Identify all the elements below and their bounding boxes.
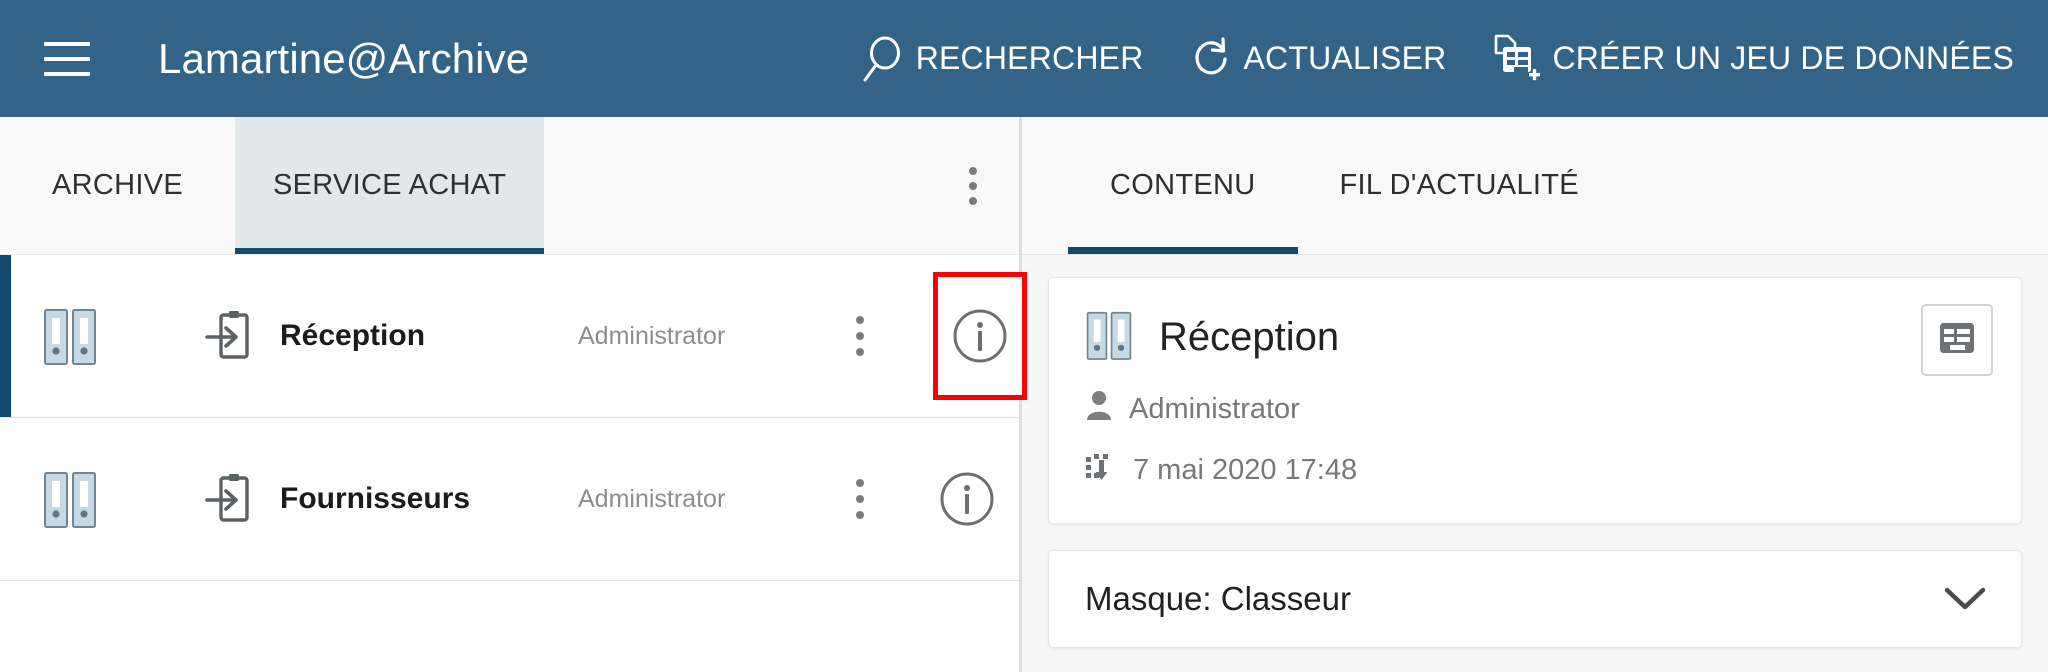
tab-archive[interactable]: ARCHIVE	[0, 117, 235, 254]
create-dataset-icon	[1492, 33, 1542, 85]
row-name: Réception	[280, 319, 426, 352]
row-kebab-menu-icon[interactable]	[856, 316, 864, 356]
tab-contenu-label: CONTENU	[1110, 169, 1256, 201]
clipboard-import-icon	[204, 310, 252, 362]
row-kebab-menu-icon[interactable]	[856, 479, 864, 519]
search-button[interactable]: RECHERCHER	[860, 35, 1144, 83]
kebab-dot	[969, 166, 977, 175]
tab-service-achat[interactable]: SERVICE ACHAT	[235, 117, 545, 254]
kebab-dot	[856, 316, 864, 324]
kebab-dot	[969, 181, 977, 190]
right-tabbar: CONTENU FIL D'ACTUALITÉ	[1022, 117, 2048, 255]
clipboard-import-icon	[204, 473, 252, 525]
user-icon	[1085, 389, 1113, 429]
kebab-dot	[856, 495, 864, 503]
app-header: Lamartine@Archive RECHERCHER ACTUALISER …	[0, 0, 2048, 117]
refresh-button[interactable]: ACTUALISER	[1190, 35, 1447, 83]
create-dataset-button-label: CRÉER UN JEU DE DONNÉES	[1552, 40, 2014, 76]
binders-icon	[42, 305, 98, 367]
page-title: Lamartine@Archive	[158, 34, 530, 82]
row-info-icon[interactable]	[938, 470, 996, 528]
detail-meta-date: 7 mai 2020 17:48	[1085, 451, 1989, 489]
list-empty-area	[0, 581, 1019, 672]
table-row[interactable]: Réception Administrator	[0, 255, 1027, 418]
main-body: ARCHIVE SERVICE ACHAT Réception Administ…	[0, 117, 2048, 672]
form-view-button[interactable]	[1921, 304, 1993, 376]
hamburger-menu-icon[interactable]	[44, 41, 90, 76]
detail-card-title: Réception	[1159, 315, 1340, 359]
detail-card: Réception Administrator 7 mai 2020 17:48	[1048, 277, 2022, 524]
left-pane: ARCHIVE SERVICE ACHAT Réception Administ…	[0, 117, 1027, 672]
import-date-icon	[1085, 451, 1117, 489]
detail-date-text: 7 mai 2020 17:48	[1133, 453, 1358, 486]
row-owner: Administrator	[578, 321, 726, 350]
binders-icon	[42, 468, 98, 530]
tab-archive-label: ARCHIVE	[52, 169, 184, 201]
create-dataset-button[interactable]: CRÉER UN JEU DE DONNÉES	[1492, 33, 2014, 85]
row-info-icon[interactable]	[933, 272, 1027, 400]
search-button-label: RECHERCHER	[915, 40, 1144, 76]
application-window: Lamartine@Archive RECHERCHER ACTUALISER …	[0, 0, 2048, 672]
search-icon	[860, 35, 906, 83]
detail-owner-text: Administrator	[1129, 392, 1300, 425]
accordion-masque[interactable]: Masque: Classeur	[1048, 550, 2022, 648]
chevron-down-icon[interactable]	[1943, 585, 1987, 613]
form-view-icon	[1937, 320, 1977, 361]
kebab-dot	[856, 332, 864, 340]
left-tabbar: ARCHIVE SERVICE ACHAT	[0, 117, 1019, 255]
tabbar-kebab-menu-icon[interactable]	[927, 117, 1019, 254]
tab-service-achat-label: SERVICE ACHAT	[273, 169, 507, 202]
refresh-icon	[1190, 35, 1234, 83]
right-pane: CONTENU FIL D'ACTUALITÉ Réception Admini…	[1022, 117, 2048, 672]
dataset-list: Réception Administrator Fournisseurs Adm…	[0, 255, 1027, 672]
accordion-label: Masque: Classeur	[1085, 580, 1351, 617]
header-actions: RECHERCHER ACTUALISER CRÉER UN JEU DE DO…	[860, 33, 2014, 85]
tab-contenu[interactable]: CONTENU	[1068, 117, 1298, 254]
kebab-dot	[856, 348, 864, 356]
kebab-dot	[969, 196, 977, 205]
tab-fil-actualite-label: FIL D'ACTUALITÉ	[1339, 169, 1579, 201]
detail-card-header: Réception	[1085, 308, 1989, 367]
row-name: Fournisseurs	[280, 482, 471, 515]
row-owner: Administrator	[578, 484, 726, 513]
table-row[interactable]: Fournisseurs Administrator	[0, 418, 1019, 581]
detail-meta-owner: Administrator	[1085, 389, 1989, 429]
kebab-dot	[856, 511, 864, 519]
kebab-dot	[856, 479, 864, 487]
right-content: Réception Administrator 7 mai 2020 17:48…	[1022, 255, 2048, 672]
binders-icon	[1085, 308, 1133, 367]
tab-fil-actualite[interactable]: FIL D'ACTUALITÉ	[1298, 117, 1621, 254]
refresh-button-label: ACTUALISER	[1243, 40, 1447, 76]
